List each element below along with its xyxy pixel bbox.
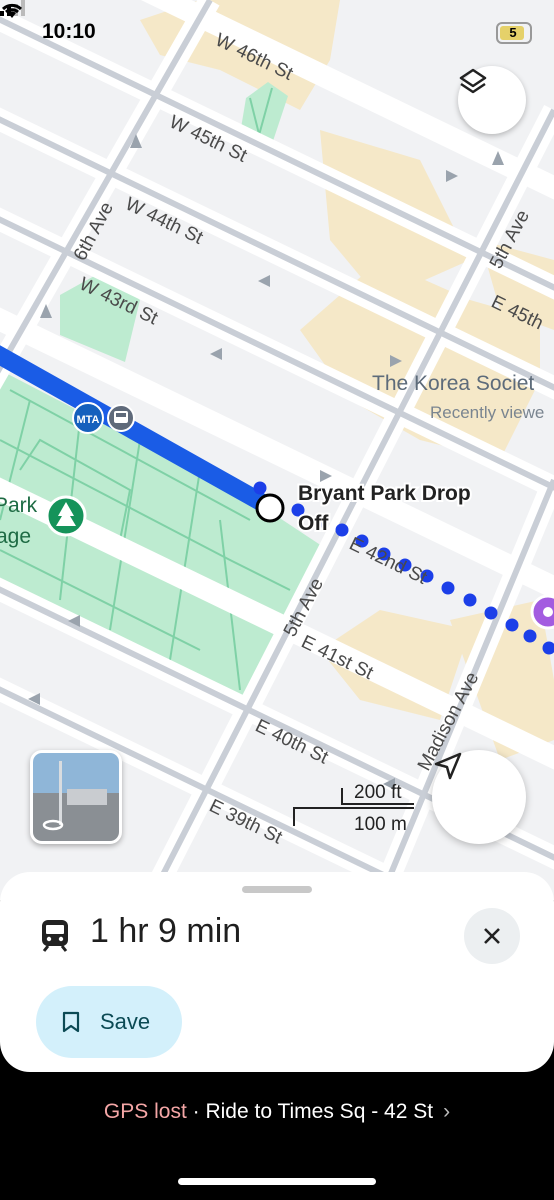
scale-meters-label: 100 m	[354, 814, 407, 835]
street-view-thumbnail[interactable]	[30, 750, 122, 844]
bus-stop-icon[interactable]	[107, 404, 135, 432]
close-button[interactable]	[464, 908, 520, 964]
mta-badge[interactable]: MTA	[72, 402, 104, 434]
drop-off-marker[interactable]	[255, 493, 285, 523]
bookmark-icon	[62, 1011, 80, 1033]
place-korea-society[interactable]: The Korea Societ	[372, 372, 534, 395]
ride-instruction-text: Ride to Times Sq - 42 St	[205, 1100, 434, 1123]
park-label-line2: age	[0, 525, 31, 548]
drop-off-label-line1[interactable]: Bryant Park Drop	[296, 480, 473, 507]
trip-bottom-sheet[interactable]: 1 hr 9 min Save	[0, 872, 554, 1072]
status-separator: ·	[186, 1100, 206, 1123]
sheet-drag-handle[interactable]	[242, 886, 312, 893]
save-button-label: Save	[100, 1009, 151, 1034]
street-label-e42: E 42nd St	[346, 534, 431, 590]
place-korea-society-sub: Recently viewe	[430, 403, 544, 422]
chevron-right-icon: ›	[443, 1100, 451, 1123]
map-layers-button[interactable]	[458, 66, 526, 134]
park-label-line1: Park	[0, 494, 38, 517]
map-view[interactable]: MTA W 46th St W 45th St W 44th St W 43rd…	[0, 0, 554, 900]
battery-level: 5	[509, 25, 517, 40]
close-icon	[484, 928, 500, 944]
scale-feet-label: 200 ft	[354, 782, 402, 803]
battery-icon: 5	[496, 22, 532, 44]
wifi-icon	[1, 3, 23, 18]
home-indicator[interactable]	[178, 1178, 376, 1185]
mta-badge-label: MTA	[76, 414, 99, 426]
navigation-arrow-icon	[434, 752, 462, 780]
trip-duration: 1 hr 9 min	[90, 912, 242, 950]
drop-off-label-line2[interactable]: Off	[296, 510, 331, 537]
recenter-location-button[interactable]	[432, 750, 526, 844]
status-bar: 10:10 5	[0, 0, 554, 64]
gps-lost-text: GPS lost	[103, 1100, 187, 1123]
attraction-pin-icon[interactable]	[530, 594, 554, 630]
gps-status-line[interactable]: GPS lost · Ride to Times Sq - 42 St ›	[0, 1100, 554, 1124]
navigation-status-bar[interactable]: GPS lost · Ride to Times Sq - 42 St ›	[0, 1072, 554, 1200]
train-icon	[42, 920, 68, 952]
street-view-image	[33, 753, 119, 841]
status-time: 10:10	[42, 20, 96, 43]
save-button[interactable]: Save	[36, 986, 182, 1058]
layers-icon	[459, 68, 487, 94]
map-scale: 200 ft 100 m	[292, 780, 422, 840]
park-tree-icon[interactable]	[45, 495, 87, 537]
